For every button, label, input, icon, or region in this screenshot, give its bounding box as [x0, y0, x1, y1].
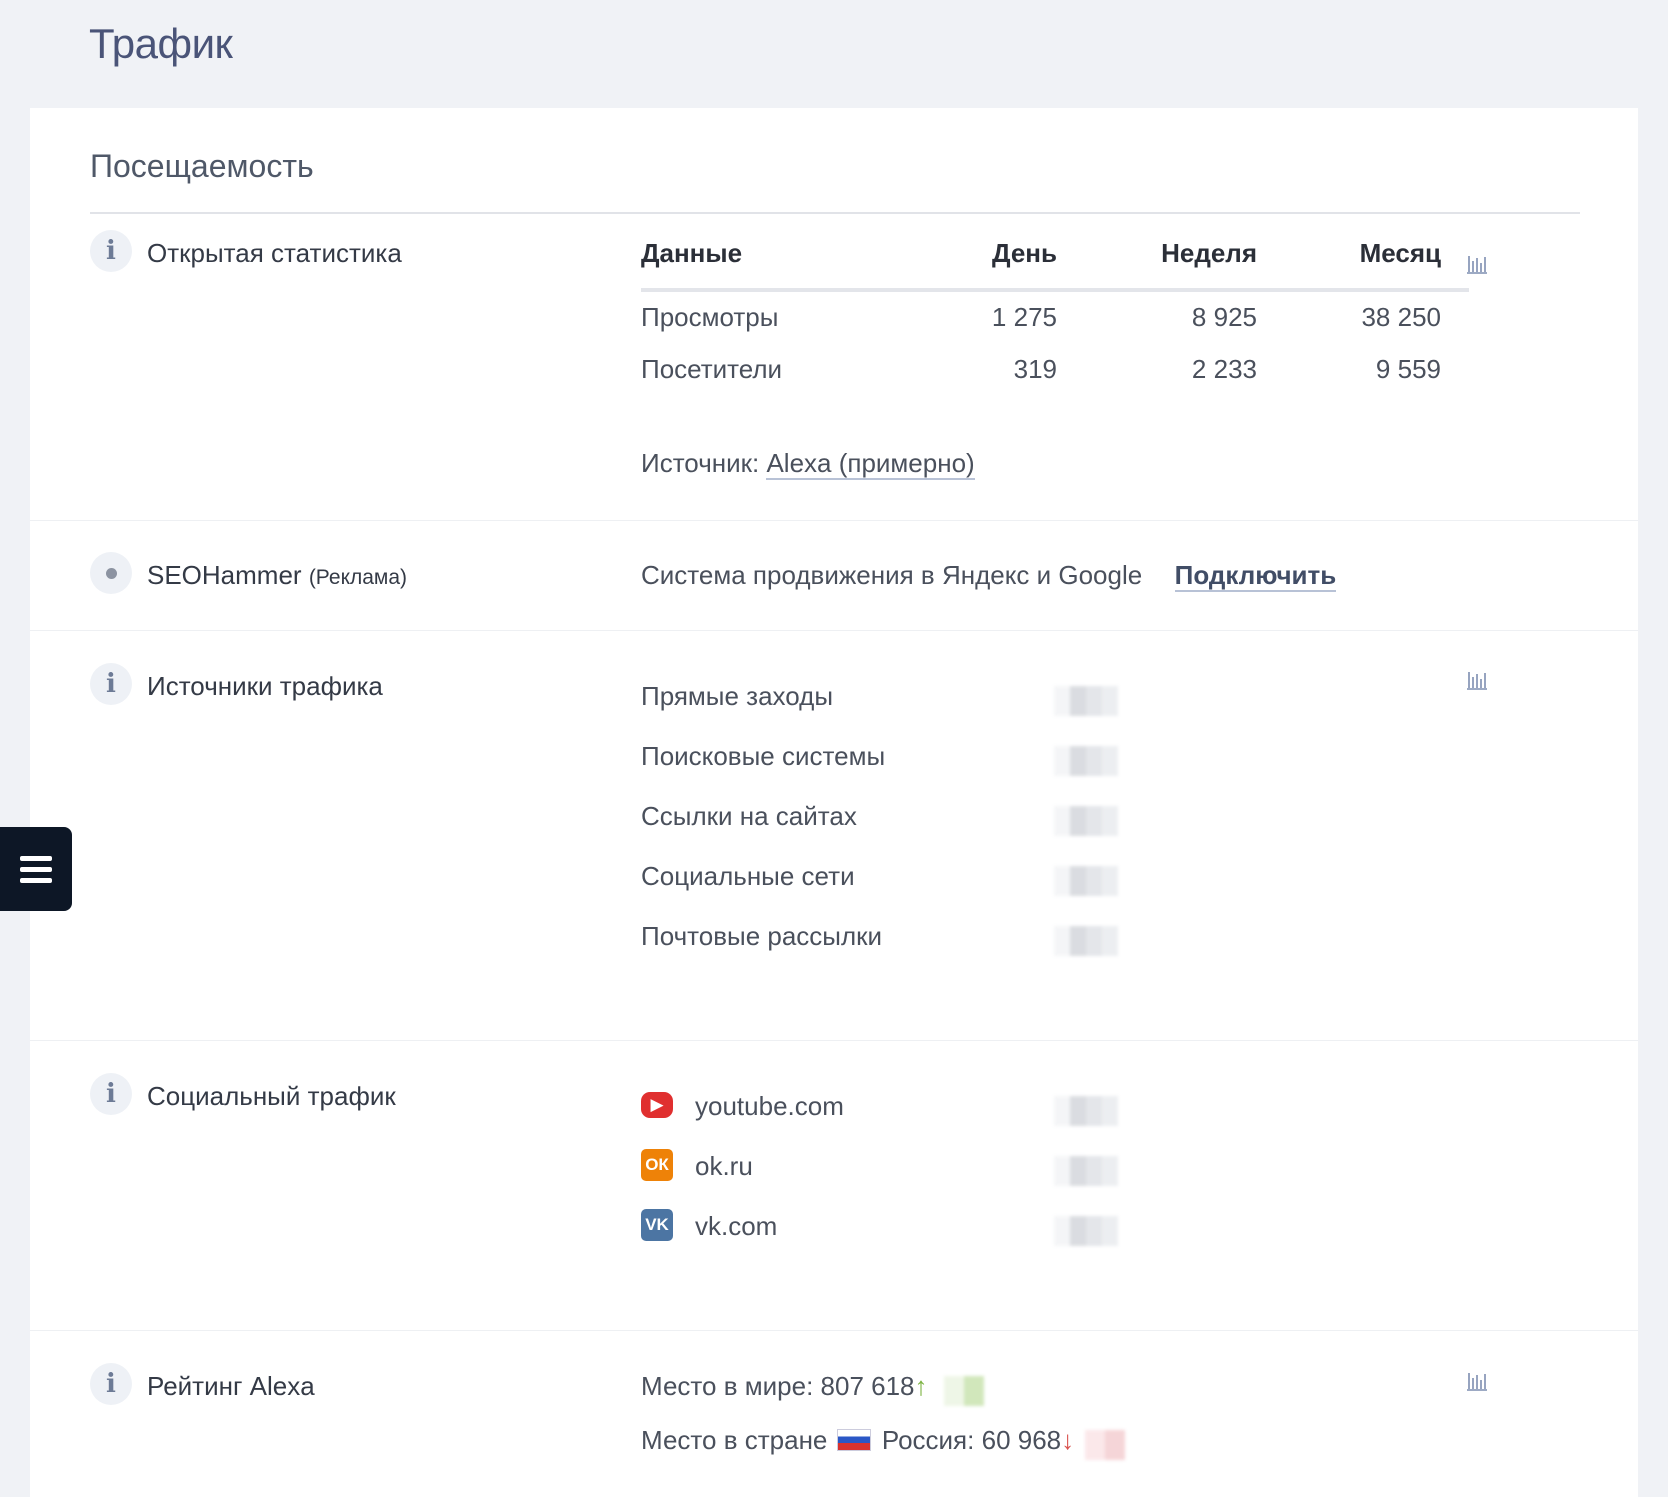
list-item: Почтовые рассылки [641, 921, 883, 951]
chart-icon[interactable] [1465, 252, 1489, 274]
row-visitors-week: 2 233 [1191, 354, 1257, 384]
blurred-value [944, 1376, 984, 1406]
source-prefix: Источник: [641, 448, 760, 478]
country-rank-prefix: Место в стране [641, 1425, 828, 1455]
world-rank-prefix: Место в мире: [641, 1371, 814, 1401]
row-views-month: 38 250 [1361, 302, 1441, 332]
header-data: Данные [641, 238, 743, 268]
dot-icon [90, 552, 132, 594]
arrow-down-icon: ↓ [1061, 1425, 1075, 1455]
table-header-rule [641, 288, 1469, 292]
russia-flag-icon [836, 1429, 871, 1451]
info-icon[interactable]: i [90, 663, 132, 705]
source-line: Источник: Alexa (примерно) [641, 448, 975, 480]
open-stats-label: Открытая статистика [147, 238, 402, 268]
list-item: Прямые заходы [641, 681, 834, 711]
menu-bar [20, 866, 52, 872]
country-rank: Место в стране Россия: 60 968↓ [641, 1425, 1074, 1456]
row-views-day: 1 275 [991, 302, 1057, 332]
ad-label: SEOHammer (Реклама) [147, 560, 407, 591]
blurred-value [1085, 1430, 1125, 1460]
row-divider [30, 630, 1638, 631]
blurred-value [1054, 686, 1118, 716]
row-visitors-day: 319 [1013, 354, 1057, 384]
header-week: Неделя [1161, 238, 1257, 268]
social-traffic-label: Социальный трафик [147, 1081, 396, 1111]
blurred-value [1054, 926, 1118, 956]
list-item: Социальные сети [641, 861, 855, 891]
chart-icon[interactable] [1465, 668, 1489, 690]
country-name: Россия: [881, 1425, 975, 1455]
vk-icon: VK [641, 1209, 673, 1241]
traffic-sources-label: Источники трафика [147, 671, 383, 701]
connect-link[interactable]: Подключить [1174, 560, 1337, 592]
country-rank-value: 60 968 [981, 1425, 1062, 1455]
world-rank: Место в мире: 807 618↑ [641, 1371, 928, 1402]
row-views-week: 8 925 [1191, 302, 1257, 332]
attendance-card: Посещаемость i Открытая статистика Данны… [30, 108, 1638, 1497]
section-title: Посещаемость [90, 148, 314, 184]
chart-icon[interactable] [1465, 1369, 1489, 1391]
menu-button[interactable] [0, 827, 72, 911]
info-icon[interactable]: i [90, 1363, 132, 1405]
header-day: День [992, 238, 1057, 268]
section-divider [90, 212, 1580, 214]
blurred-value [1054, 1096, 1118, 1126]
row-divider [30, 1040, 1638, 1041]
blurred-value [1054, 1216, 1118, 1246]
info-icon[interactable]: i [90, 1073, 132, 1115]
source-link[interactable]: Alexa (примерно) [766, 448, 975, 480]
world-rank-value: 807 618 [820, 1371, 915, 1401]
ad-text: Система продвижения в Яндекс и Google [641, 560, 1143, 590]
youtube-icon: ▶ [641, 1092, 673, 1118]
menu-bar [20, 855, 52, 861]
page-title: Трафик [89, 20, 233, 67]
odnoklassniki-icon: ОК [641, 1149, 673, 1181]
row-divider [30, 520, 1638, 521]
alexa-rating-label: Рейтинг Alexa [147, 1371, 315, 1401]
list-item: Поисковые системы [641, 741, 886, 771]
blurred-value [1054, 746, 1118, 776]
header-month: Месяц [1359, 238, 1441, 268]
row-visitors-label: Посетители [641, 354, 783, 384]
social-domain[interactable]: vk.com [695, 1211, 777, 1242]
blurred-value [1054, 866, 1118, 896]
ad-brand: SEOHammer [147, 560, 302, 590]
info-icon[interactable]: i [90, 230, 132, 272]
blurred-value [1054, 1156, 1118, 1186]
social-domain[interactable]: ok.ru [695, 1151, 753, 1182]
list-item: Ссылки на сайтах [641, 801, 857, 831]
row-visitors-month: 9 559 [1375, 354, 1441, 384]
blurred-value [1054, 806, 1118, 836]
menu-bar [20, 877, 52, 883]
ad-line: Система продвижения в Яндекс и Google По… [641, 560, 1337, 592]
social-domain[interactable]: youtube.com [695, 1091, 844, 1122]
row-views-label: Просмотры [641, 302, 779, 332]
ad-suffix: (Реклама) [308, 566, 408, 589]
row-divider [30, 1330, 1638, 1331]
arrow-up-icon: ↑ [914, 1371, 928, 1401]
